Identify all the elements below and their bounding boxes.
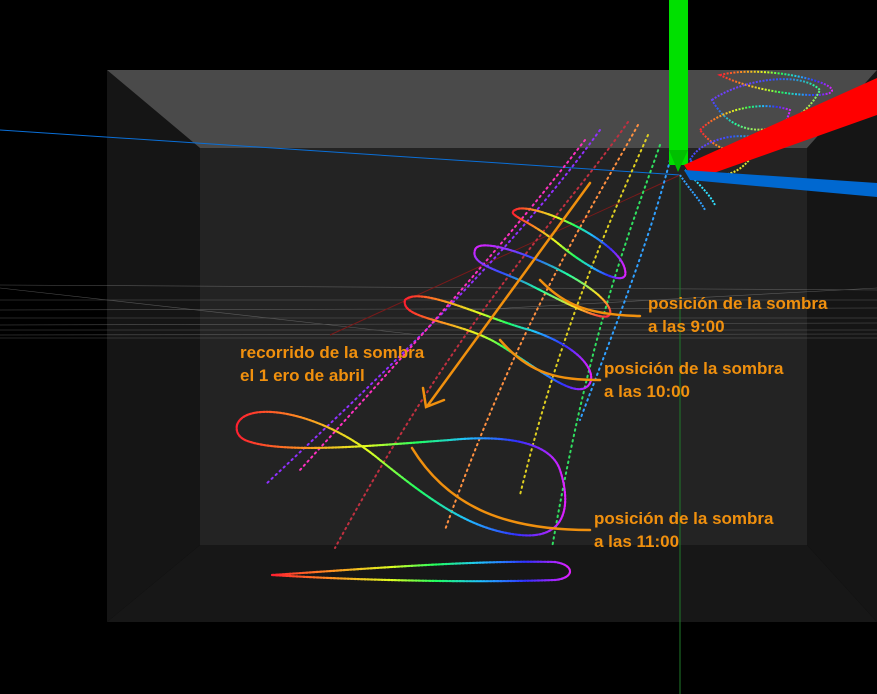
box-left-wall [107,70,200,622]
box-right-wall [807,70,877,622]
shadow-label-11h: posición de la sombra a las 11:00 [594,507,774,553]
3d-viewport[interactable] [0,0,877,694]
path-label: recorrido de la sombra el 1 ero de abril [240,341,424,387]
shadow-label-11h-line2: a las 11:00 [594,532,680,551]
shadow-label-10h-line1: posición de la sombra [604,359,784,378]
shadow-label-10h: posición de la sombra a las 10:00 [604,357,784,403]
shadow-label-11h-line1: posición de la sombra [594,509,774,528]
shadow-label-9h-line2: a las 9:00 [648,317,725,336]
shadow-label-9h: posición de la sombra a las 9:00 [648,292,828,338]
box-floor [107,545,877,622]
y-axis[interactable] [669,0,688,165]
shadow-label-9h-line1: posición de la sombra [648,294,828,313]
path-label-line1: recorrido de la sombra [240,343,425,362]
shadow-label-10h-line2: a las 10:00 [604,382,691,401]
path-label-line2: el 1 ero de abril [240,366,365,385]
